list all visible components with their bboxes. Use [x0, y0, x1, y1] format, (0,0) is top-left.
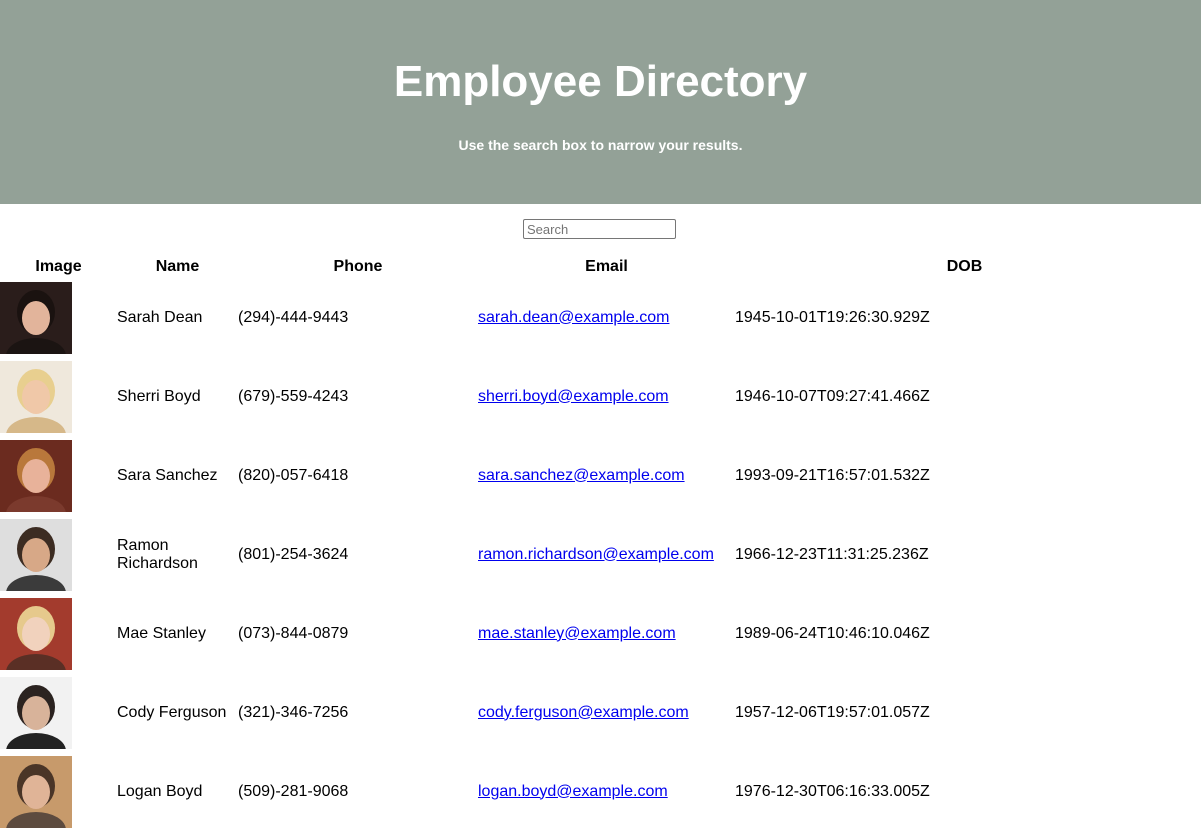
email-cell: sarah.dean@example.com [478, 278, 735, 357]
column-header-image[interactable]: Image [0, 256, 117, 278]
column-header-name[interactable]: Name [117, 256, 238, 278]
avatar-face [22, 458, 50, 493]
dob-cell: 1946-10-07T09:27:41.466Z [735, 387, 930, 405]
image-cell [0, 278, 117, 357]
name-cell: Sara Sanchez [117, 466, 218, 484]
page-subtitle: Use the search box to narrow your result… [458, 137, 743, 153]
image-cell [0, 594, 117, 673]
name-cell: Mae Stanley [117, 624, 206, 642]
email-link[interactable]: ramon.richardson@example.com [478, 546, 714, 563]
avatar [0, 755, 72, 828]
avatar-face [22, 616, 50, 651]
avatar-face [22, 695, 50, 730]
avatar-face [22, 379, 50, 414]
image-cell [0, 673, 117, 752]
phone-cell: (679)-559-4243 [238, 387, 349, 405]
employee-table: Image Name Phone Email DOB Sarah Dean (2… [0, 256, 1194, 831]
image-cell [0, 752, 117, 831]
table-row: Cody Ferguson (321)-346-7256 cody.fergus… [0, 673, 1194, 752]
avatar [0, 597, 72, 670]
table-row: Ramon Richardson (801)-254-3624 ramon.ri… [0, 515, 1194, 594]
email-cell: ramon.richardson@example.com [478, 515, 735, 594]
email-link[interactable]: sherri.boyd@example.com [478, 388, 669, 405]
table-row: Sara Sanchez (820)-057-6418 sara.sanchez… [0, 436, 1194, 515]
phone-cell: (073)-844-0879 [238, 624, 349, 642]
avatar [0, 439, 72, 512]
email-link[interactable]: mae.stanley@example.com [478, 625, 676, 642]
image-cell [0, 436, 117, 515]
image-cell [0, 515, 117, 594]
email-cell: mae.stanley@example.com [478, 594, 735, 673]
dob-cell: 1945-10-01T19:26:30.929Z [735, 308, 930, 326]
email-cell: logan.boyd@example.com [478, 752, 735, 831]
email-link[interactable]: logan.boyd@example.com [478, 783, 668, 800]
phone-cell: (820)-057-6418 [238, 466, 349, 484]
email-cell: sherri.boyd@example.com [478, 357, 735, 436]
phone-cell: (294)-444-9443 [238, 308, 349, 326]
name-cell: Sarah Dean [117, 308, 203, 326]
avatar-face [22, 774, 50, 809]
avatar-face [22, 537, 50, 572]
avatar [0, 281, 72, 354]
search-input[interactable] [523, 219, 676, 239]
table-row: Logan Boyd (509)-281-9068 logan.boyd@exa… [0, 752, 1194, 831]
name-cell: Ramon Richardson [117, 536, 198, 572]
header-banner: Employee Directory Use the search box to… [0, 0, 1201, 204]
dob-cell: 1993-09-21T16:57:01.532Z [735, 466, 930, 484]
email-cell: sara.sanchez@example.com [478, 436, 735, 515]
search-bar [0, 204, 1201, 260]
column-header-dob[interactable]: DOB [735, 256, 1194, 278]
email-link[interactable]: cody.ferguson@example.com [478, 704, 689, 721]
avatar-face [22, 300, 50, 335]
avatar [0, 360, 72, 433]
dob-cell: 1976-12-30T06:16:33.005Z [735, 782, 930, 800]
email-link[interactable]: sara.sanchez@example.com [478, 467, 685, 484]
phone-cell: (801)-254-3624 [238, 545, 349, 563]
table-row: Mae Stanley (073)-844-0879 mae.stanley@e… [0, 594, 1194, 673]
image-cell [0, 357, 117, 436]
email-link[interactable]: sarah.dean@example.com [478, 309, 669, 326]
column-header-phone[interactable]: Phone [238, 256, 478, 278]
phone-cell: (321)-346-7256 [238, 703, 349, 721]
dob-cell: 1957-12-06T19:57:01.057Z [735, 703, 930, 721]
phone-cell: (509)-281-9068 [238, 782, 349, 800]
dob-cell: 1966-12-23T11:31:25.236Z [735, 545, 929, 563]
table-row: Sarah Dean (294)-444-9443 sarah.dean@exa… [0, 278, 1194, 357]
column-header-email[interactable]: Email [478, 256, 735, 278]
name-cell: Cody Ferguson [117, 703, 227, 721]
avatar [0, 676, 72, 749]
table-row: Sherri Boyd (679)-559-4243 sherri.boyd@e… [0, 357, 1194, 436]
dob-cell: 1989-06-24T10:46:10.046Z [735, 624, 930, 642]
name-cell: Sherri Boyd [117, 387, 201, 405]
avatar [0, 518, 72, 591]
name-cell: Logan Boyd [117, 782, 203, 800]
table-header-row: Image Name Phone Email DOB [0, 256, 1194, 278]
email-cell: cody.ferguson@example.com [478, 673, 735, 752]
page-title: Employee Directory [393, 57, 808, 106]
